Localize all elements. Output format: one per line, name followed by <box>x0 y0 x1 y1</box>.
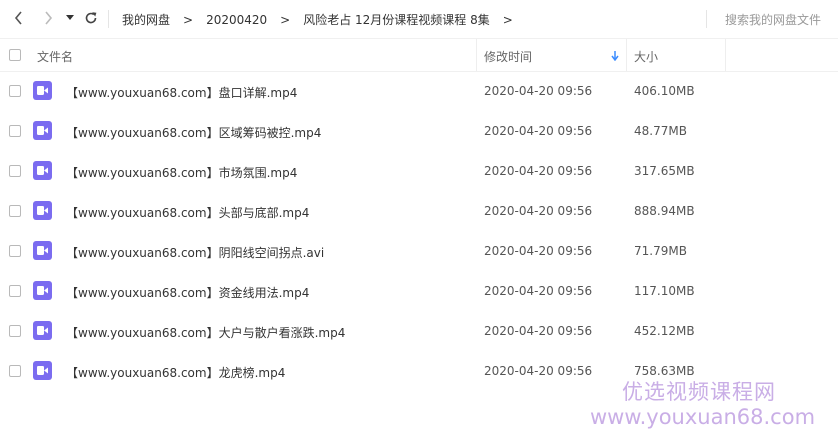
file-row-checkbox[interactable] <box>9 325 21 337</box>
file-name[interactable]: 【www.youxuan68.com】区域筹码被控.mp4 <box>66 124 321 141</box>
file-row[interactable]: 【www.youxuan68.com】资金线用法.mp4 2020-04-20 0… <box>0 271 838 311</box>
file-row-checkbox[interactable] <box>9 365 21 377</box>
file-name[interactable]: 【www.youxuan68.com】盘口详解.mp4 <box>66 84 297 101</box>
file-modified-time: 2020-04-20 09:56 <box>484 244 593 258</box>
breadcrumb: 我的网盘 > 20200420 > 风险老占 12月份课程视频课程 8集 > <box>122 11 526 28</box>
file-modified-time: 2020-04-20 09:56 <box>484 324 593 338</box>
file-name[interactable]: 【www.youxuan68.com】龙虎榜.mp4 <box>66 364 285 381</box>
back-arrow-icon[interactable] <box>10 8 26 28</box>
video-file-icon <box>33 361 52 380</box>
file-modified-time: 2020-04-20 09:56 <box>484 364 593 378</box>
breadcrumb-item-my-drive[interactable]: 我的网盘 <box>122 11 170 28</box>
file-name[interactable]: 【www.youxuan68.com】阴阳线空间拐点.avi <box>66 244 324 261</box>
video-file-icon <box>33 281 52 300</box>
top-navigation-bar: 我的网盘 > 20200420 > 风险老占 12月份课程视频课程 8集 > 搜… <box>0 0 838 38</box>
file-modified-time: 2020-04-20 09:56 <box>484 84 593 98</box>
refresh-icon[interactable] <box>82 8 100 28</box>
watermark-url: www.youxuan68.com <box>590 405 816 429</box>
column-header-modified[interactable]: 修改时间 <box>484 48 532 65</box>
file-row[interactable]: 【www.youxuan68.com】市场氛围.mp4 2020-04-20 09… <box>0 151 838 191</box>
video-file-icon <box>33 161 52 180</box>
file-size: 317.65MB <box>634 164 695 178</box>
file-row[interactable]: 【www.youxuan68.com】区域筹码被控.mp4 2020-04-20 … <box>0 111 838 151</box>
search-divider <box>706 10 707 28</box>
column-divider <box>476 39 477 71</box>
column-header-size[interactable]: 大小 <box>634 48 658 65</box>
video-file-icon <box>33 201 52 220</box>
column-divider <box>725 39 726 71</box>
file-name[interactable]: 【www.youxuan68.com】大户与散户看涨跌.mp4 <box>66 324 345 341</box>
forward-arrow-icon[interactable] <box>40 8 56 28</box>
select-all-checkbox[interactable] <box>9 49 21 61</box>
file-list-header: 文件名 修改时间 大小 <box>0 38 838 72</box>
file-row[interactable]: 【www.youxuan68.com】大户与散户看涨跌.mp4 2020-04-2… <box>0 311 838 351</box>
watermark-title: 优选视频课程网 <box>622 380 776 404</box>
file-modified-time: 2020-04-20 09:56 <box>484 204 593 218</box>
breadcrumb-separator: > <box>183 12 194 27</box>
video-file-icon <box>33 121 52 140</box>
breadcrumb-item-current-folder[interactable]: 风险老占 12月份课程视频课程 8集 <box>303 11 490 28</box>
video-file-icon <box>33 241 52 260</box>
file-modified-time: 2020-04-20 09:56 <box>484 124 593 138</box>
file-row-checkbox[interactable] <box>9 165 21 177</box>
file-size: 71.79MB <box>634 244 687 258</box>
file-size: 406.10MB <box>634 84 695 98</box>
file-row-checkbox[interactable] <box>9 285 21 297</box>
file-name[interactable]: 【www.youxuan68.com】资金线用法.mp4 <box>66 284 309 301</box>
video-file-icon <box>33 81 52 100</box>
sort-descending-icon[interactable] <box>611 50 619 64</box>
file-size: 117.10MB <box>634 284 695 298</box>
file-name[interactable]: 【www.youxuan68.com】头部与底部.mp4 <box>66 204 309 221</box>
video-file-icon <box>33 321 52 340</box>
file-row-checkbox[interactable] <box>9 205 21 217</box>
file-row-checkbox[interactable] <box>9 125 21 137</box>
history-dropdown-icon[interactable] <box>64 8 76 28</box>
file-modified-time: 2020-04-20 09:56 <box>484 284 593 298</box>
file-size: 452.12MB <box>634 324 695 338</box>
breadcrumb-item-folder[interactable]: 20200420 <box>206 13 267 27</box>
file-name[interactable]: 【www.youxuan68.com】市场氛围.mp4 <box>66 164 297 181</box>
file-modified-time: 2020-04-20 09:56 <box>484 164 593 178</box>
file-row[interactable]: 【www.youxuan68.com】头部与底部.mp4 2020-04-20 0… <box>0 191 838 231</box>
breadcrumb-separator: > <box>280 12 291 27</box>
search-input[interactable]: 搜索我的网盘文件 <box>725 11 821 28</box>
file-row[interactable]: 【www.youxuan68.com】盘口详解.mp4 2020-04-20 09… <box>0 71 838 111</box>
nav-divider <box>108 10 109 28</box>
column-divider <box>626 39 627 71</box>
file-size: 888.94MB <box>634 204 695 218</box>
file-size: 48.77MB <box>634 124 687 138</box>
file-row-checkbox[interactable] <box>9 85 21 97</box>
file-row[interactable]: 【www.youxuan68.com】阴阳线空间拐点.avi 2020-04-20… <box>0 231 838 271</box>
file-row-checkbox[interactable] <box>9 245 21 257</box>
breadcrumb-separator: > <box>502 12 513 27</box>
column-header-name[interactable]: 文件名 <box>37 48 73 65</box>
